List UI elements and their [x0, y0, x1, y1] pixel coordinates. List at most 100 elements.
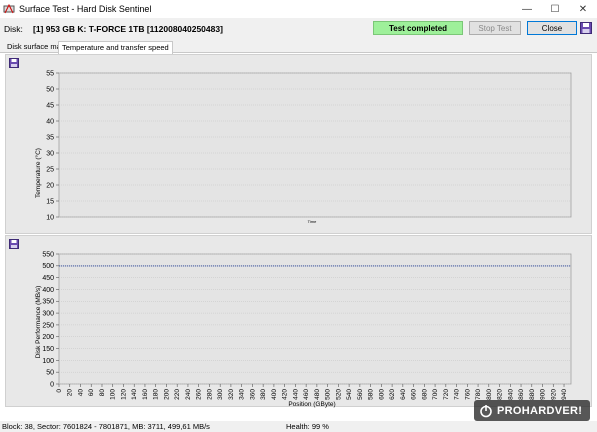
performance-y-tick-label: 50 — [46, 370, 54, 377]
performance-x-tick-label: 820 — [497, 389, 504, 400]
performance-x-tick-label: 700 — [432, 389, 439, 400]
performance-x-tick-label: 60 — [88, 389, 95, 397]
performance-x-tick-label: 520 — [335, 389, 342, 400]
window-title: Surface Test - Hard Disk Sentinel — [19, 4, 152, 14]
status-block-info: Block: 38, Sector: 7601824 - 7801871, MB… — [2, 422, 210, 431]
temperature-y-tick-label: 50 — [46, 86, 54, 93]
temperature-y-tick-label: 40 — [46, 118, 54, 125]
performance-y-tick-label: 300 — [42, 310, 54, 317]
maximize-button[interactable]: ☐ — [541, 0, 569, 18]
performance-x-tick-label: 80 — [99, 389, 106, 397]
status-health: Health: 99 % — [286, 422, 329, 431]
performance-x-tick-label: 0 — [56, 389, 63, 393]
performance-x-tick-label: 680 — [421, 389, 428, 400]
performance-x-tick-label: 400 — [271, 389, 278, 400]
temperature-y-tick-label: 55 — [46, 70, 54, 77]
performance-x-tick-label: 300 — [217, 389, 224, 400]
performance-y-tick-label: 450 — [42, 275, 54, 282]
disk-label: Disk: — [4, 24, 23, 34]
status-bar: Block: 38, Sector: 7601824 - 7801871, MB… — [0, 421, 597, 432]
temperature-x-axis-label: Time — [308, 219, 318, 224]
power-icon — [480, 404, 492, 417]
temperature-chart-panel: Temperature (°C) Time 55 50 45 40 35 30 25 20 15… — [5, 54, 592, 234]
performance-x-tick-label: 360 — [249, 389, 256, 400]
performance-x-tick-label: 480 — [314, 389, 321, 400]
performance-x-tick-label: 880 — [529, 389, 536, 400]
performance-x-tick-label: 180 — [153, 389, 160, 400]
performance-x-tick-label: 140 — [131, 389, 138, 400]
watermark-text: PROHARDVER! — [497, 404, 583, 417]
performance-x-tick-label: 500 — [325, 389, 332, 400]
title-bar: Surface Test - Hard Disk Sentinel — ☐ ✕ — [0, 0, 597, 18]
performance-x-tick-label: 900 — [540, 389, 547, 400]
tab-temperature-transfer-speed[interactable]: Temperature and transfer speed — [58, 41, 173, 54]
performance-x-tick-label: 440 — [292, 389, 299, 400]
performance-x-tick-label: 20 — [67, 389, 74, 397]
performance-x-axis-label: Position (GByte) — [288, 401, 335, 408]
temperature-y-axis-label: Temperature (°C) — [34, 148, 42, 198]
performance-x-tick-label: 100 — [110, 389, 117, 400]
performance-x-tick-label: 340 — [239, 389, 246, 400]
performance-y-tick-label: 550 — [42, 251, 54, 258]
performance-x-tick-label: 640 — [400, 389, 407, 400]
tab-strip: Disk surface map Temperature and transfe… — [0, 40, 597, 54]
temperature-y-tick-label: 25 — [46, 166, 54, 173]
stop-test-button[interactable]: Stop Test — [469, 21, 521, 35]
performance-x-tick-label: 780 — [475, 389, 482, 400]
close-window-button[interactable]: ✕ — [569, 0, 597, 18]
app-icon — [3, 3, 15, 14]
performance-x-tick-label: 740 — [454, 389, 461, 400]
performance-x-tick-label: 280 — [206, 389, 213, 400]
performance-x-tick-label: 200 — [163, 389, 170, 400]
performance-y-tick-label: 250 — [42, 322, 54, 329]
temperature-y-tick-label: 35 — [46, 134, 54, 141]
performance-x-tick-label: 260 — [196, 389, 203, 400]
close-button[interactable]: Close — [527, 21, 577, 35]
window-controls: — ☐ ✕ — [513, 0, 597, 18]
performance-x-tick-label: 660 — [411, 389, 418, 400]
status-badge: Test completed — [373, 21, 463, 35]
performance-x-tick-label: 760 — [464, 389, 471, 400]
performance-y-tick-label: 500 — [42, 263, 54, 270]
performance-x-tick-label: 840 — [507, 389, 514, 400]
save-icon[interactable] — [580, 22, 592, 34]
performance-x-tick-label: 800 — [486, 389, 493, 400]
performance-y-axis-label: Disk Performance (MB/s) — [35, 286, 42, 359]
performance-x-tick-label: 420 — [282, 389, 289, 400]
performance-x-tick-label: 620 — [389, 389, 396, 400]
performance-x-tick-label: 860 — [518, 389, 525, 400]
performance-x-tick-label: 460 — [303, 389, 310, 400]
performance-chart-panel: Disk Performance (MB/s) Position (GByte)… — [5, 235, 592, 408]
performance-y-tick-label: 200 — [42, 334, 54, 341]
performance-plot-area — [58, 253, 572, 385]
performance-x-tick-label: 600 — [378, 389, 385, 400]
performance-x-tick-label: 920 — [550, 389, 557, 400]
performance-x-tick-label: 220 — [174, 389, 181, 400]
performance-x-tick-label: 560 — [357, 389, 364, 400]
minimize-button[interactable]: — — [513, 0, 541, 18]
performance-x-tick-label: 40 — [77, 389, 84, 397]
performance-y-tick-label: 400 — [42, 287, 54, 294]
performance-y-tick-label: 100 — [42, 358, 54, 365]
temperature-y-tick-label: 20 — [46, 182, 54, 189]
toolbar: Disk: [1] 953 GB K: T-FORCE 1TB [1120080… — [0, 18, 597, 40]
temperature-chart: Temperature (°C) Time 55 50 45 40 35 30 25 20 15… — [34, 70, 572, 224]
temperature-y-tick-label: 45 — [46, 102, 54, 109]
temperature-plot-area — [58, 72, 572, 218]
performance-x-tick-label: 580 — [368, 389, 375, 400]
temperature-y-tick-label: 30 — [46, 150, 54, 157]
performance-x-tick-label: 240 — [185, 389, 192, 400]
watermark: PROHARDVER! — [474, 400, 590, 421]
performance-x-tick-label: 940 — [561, 389, 568, 400]
performance-x-tick-label: 120 — [120, 389, 127, 400]
performance-x-tick-label: 540 — [346, 389, 353, 400]
performance-y-tick-label: 150 — [42, 346, 54, 353]
performance-x-tick-label: 160 — [142, 389, 149, 400]
performance-x-tick-label: 320 — [228, 389, 235, 400]
temperature-y-tick-label: 10 — [46, 214, 54, 221]
performance-x-tick-label: 720 — [443, 389, 450, 400]
disk-value: [1] 953 GB K: T-FORCE 1TB [1120080402504… — [33, 24, 223, 34]
performance-chart: Disk Performance (MB/s) Position (GByte)… — [35, 251, 572, 408]
temperature-y-tick-label: 15 — [46, 198, 54, 205]
performance-x-tick-label: 380 — [260, 389, 267, 400]
